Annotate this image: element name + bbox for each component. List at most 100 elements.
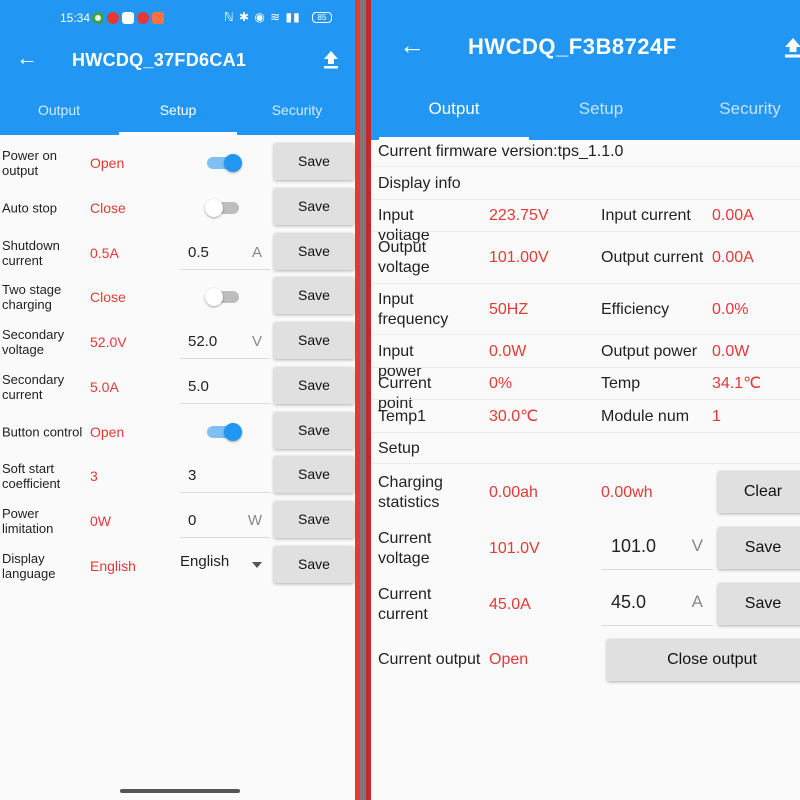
- info-label: Module num: [601, 407, 690, 425]
- save-button[interactable]: Save: [274, 367, 354, 404]
- app-bar: ← HWCDQ_F3B8724F: [371, 12, 800, 78]
- divider-line: [371, 199, 800, 200]
- current-output-label: Current output: [378, 651, 481, 668]
- toggle-switch[interactable]: [205, 199, 241, 217]
- charging-ah-value: 0.00ah: [489, 484, 538, 501]
- setting-label: Soft start coefficient: [2, 460, 61, 491]
- setting-input[interactable]: 5.0: [180, 368, 270, 404]
- setting-value: Open: [90, 423, 125, 440]
- setting-label: Button control: [2, 424, 83, 439]
- toggle-switch[interactable]: [205, 154, 242, 172]
- tab-bar: Output Setup Security: [371, 78, 800, 140]
- save-button[interactable]: Save: [274, 277, 354, 314]
- app-icon: [92, 12, 104, 24]
- setting-label: Secondary voltage: [2, 326, 65, 357]
- setting-value: 5.0A: [90, 378, 119, 395]
- info-value: 30.0℃: [489, 407, 539, 425]
- input-value: 0: [188, 512, 197, 529]
- current-voltage-label: Current voltage: [378, 530, 432, 567]
- back-arrow-icon[interactable]: ←: [399, 30, 425, 61]
- setting-input[interactable]: 0.5 A: [180, 234, 270, 270]
- setup-row: Soft start coefficient 3 3 Save: [0, 453, 355, 498]
- setting-label: Display language: [2, 550, 56, 581]
- setup-heading: Setup: [378, 440, 420, 457]
- dropdown-arrow-icon[interactable]: [252, 562, 262, 568]
- info-value: 0.0W: [712, 342, 750, 360]
- language-select[interactable]: English: [180, 553, 229, 570]
- right-phone-screen: ← HWCDQ_F3B8724F Output Setup Security C…: [371, 0, 800, 800]
- setting-input[interactable]: 0W: [180, 502, 270, 538]
- save-button[interactable]: Save: [274, 546, 354, 583]
- voltage-input[interactable]: 101.0 V: [601, 526, 713, 570]
- input-value: 52.0: [188, 333, 218, 350]
- setup-row: Shutdown current 0.5A 0.5 A Save: [0, 230, 355, 275]
- tab-setup[interactable]: Setup: [119, 85, 237, 135]
- voltage-unit: V: [691, 536, 703, 555]
- info-value: 0.00A: [712, 249, 754, 266]
- save-button[interactable]: Save: [274, 412, 354, 449]
- close-output-button[interactable]: Close output: [607, 639, 800, 681]
- save-button[interactable]: Save: [274, 143, 354, 180]
- firmware-version: Current firmware version:tps_1.1.0: [378, 143, 624, 160]
- setting-label: Secondary current: [2, 371, 65, 402]
- setting-label: Two stage charging: [2, 281, 62, 312]
- setting-input[interactable]: 3: [180, 457, 270, 493]
- tab-security[interactable]: Security: [675, 78, 800, 140]
- divider-line: [371, 432, 800, 433]
- setup-row: Power limitation 0W 0 W Save: [0, 498, 355, 543]
- info-value: 0.0W: [489, 342, 527, 360]
- save-current-button[interactable]: Save: [718, 583, 800, 625]
- app-icon: [107, 12, 119, 24]
- save-button[interactable]: Save: [274, 322, 354, 359]
- back-arrow-icon[interactable]: ←: [16, 45, 38, 71]
- save-button[interactable]: Save: [274, 456, 354, 493]
- save-button[interactable]: Save: [274, 233, 354, 270]
- tab-security[interactable]: Security: [238, 85, 355, 135]
- info-value: 101.00V: [489, 249, 549, 266]
- setting-value: 3: [90, 467, 98, 484]
- info-label: Temp: [601, 375, 641, 392]
- save-button[interactable]: Save: [274, 501, 354, 538]
- upload-icon[interactable]: [322, 49, 340, 69]
- toggle-switch[interactable]: [205, 288, 241, 306]
- setting-label: Shutdown current: [2, 237, 60, 268]
- info-label: Output power: [601, 342, 698, 360]
- setting-value: 0W: [90, 512, 111, 529]
- play-icon: [137, 12, 149, 24]
- setting-value: 0.5A: [90, 244, 119, 261]
- info-value: 0%: [489, 375, 513, 392]
- toggle-switch[interactable]: [205, 423, 242, 441]
- tab-output[interactable]: Output: [0, 85, 118, 135]
- divider-line: [371, 166, 800, 167]
- setup-row: Secondary voltage 52.0V 52.0 V Save: [0, 319, 355, 364]
- setting-label: Power on output: [2, 147, 57, 178]
- current-unit: A: [691, 592, 703, 611]
- save-button[interactable]: Save: [274, 188, 354, 225]
- info-value: 0.00A: [712, 207, 754, 224]
- upload-icon[interactable]: [783, 36, 800, 58]
- device-title: HWCDQ_37FD6CA1: [72, 50, 247, 70]
- clear-button[interactable]: Clear: [718, 471, 800, 513]
- save-voltage-button[interactable]: Save: [718, 527, 800, 569]
- divider-line: [371, 399, 800, 400]
- input-value: 0.5: [188, 244, 209, 261]
- setting-input[interactable]: 52.0 V: [180, 323, 270, 359]
- device-title: HWCDQ_F3B8724F: [468, 34, 677, 59]
- info-label: Efficiency: [601, 300, 670, 318]
- info-value: 1: [712, 407, 721, 425]
- current-current-label: Current current: [378, 586, 432, 623]
- app-bar: ← HWCDQ_37FD6CA1: [0, 35, 355, 85]
- input-value: 3: [188, 467, 197, 484]
- info-label: Input frequency: [378, 291, 449, 328]
- tab-setup[interactable]: Setup: [526, 78, 676, 140]
- current-input[interactable]: 45.0 A: [601, 582, 713, 626]
- setup-row: Auto stop Close Save: [0, 185, 355, 230]
- setup-row: Button control Open Save: [0, 409, 355, 454]
- divider-line: [371, 334, 800, 335]
- charging-wh-value: 0.00wh: [601, 484, 653, 501]
- tab-output[interactable]: Output: [379, 78, 529, 140]
- home-indicator[interactable]: [120, 789, 240, 793]
- voltage-input-value: 101.0: [611, 536, 657, 556]
- info-label: Input current: [601, 207, 691, 224]
- divider-line: [371, 367, 800, 368]
